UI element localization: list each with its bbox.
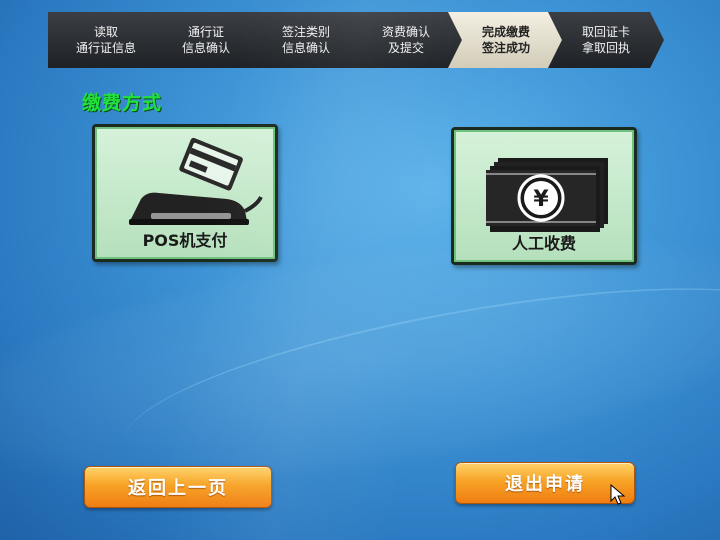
step-label-line1: 完成缴费 [481,25,530,39]
step-label-line1: 签注类别 [281,25,330,39]
back-button[interactable]: 返回上一页 [84,466,272,508]
step-label-line1: 资费确认 [381,25,430,39]
pos-payment-label: POS机支付 [142,231,228,250]
step-label-line2: 通行证信息 [75,41,136,55]
manual-payment-option[interactable]: ¥ 人工收费 [451,127,637,265]
step-label-line1: 通行证 [187,25,224,39]
step-retrieve-card: 取回证卡 拿取回执 [548,12,664,68]
step-label-line2: 及提交 [387,41,424,55]
step-label-line2: 信息确认 [181,41,230,55]
cash-yuan-icon: ¥ [486,158,608,232]
step-endorsement-type: 签注类别 信息确认 [248,12,364,68]
progress-steps: 读取 通行证信息 通行证 信息确认 签注类别 信息确认 资费确认 及提交 完成缴… [48,12,664,68]
exit-application-button[interactable]: 退出申请 [455,462,635,504]
step-label-line2: 拿取回执 [581,41,630,55]
mouse-cursor-icon [610,484,626,505]
step-payment-complete: 完成缴费 签注成功 [448,12,564,68]
manual-payment-label: 人工收费 [511,234,576,253]
step-label-line1: 读取 [93,25,118,39]
step-permit-confirm: 通行证 信息确认 [148,12,264,68]
pos-payment-option[interactable]: POS机支付 [92,124,278,262]
section-title: 缴费方式 [82,92,163,114]
step-label-line2: 信息确认 [281,41,330,55]
svg-text:¥: ¥ [533,187,549,212]
step-label-line1: 取回证卡 [581,25,630,39]
step-read-permit: 读取 通行证信息 [48,12,164,68]
pos-terminal-icon [129,137,263,225]
step-fee-confirm: 资费确认 及提交 [348,12,464,68]
step-label-line2: 签注成功 [481,41,530,55]
